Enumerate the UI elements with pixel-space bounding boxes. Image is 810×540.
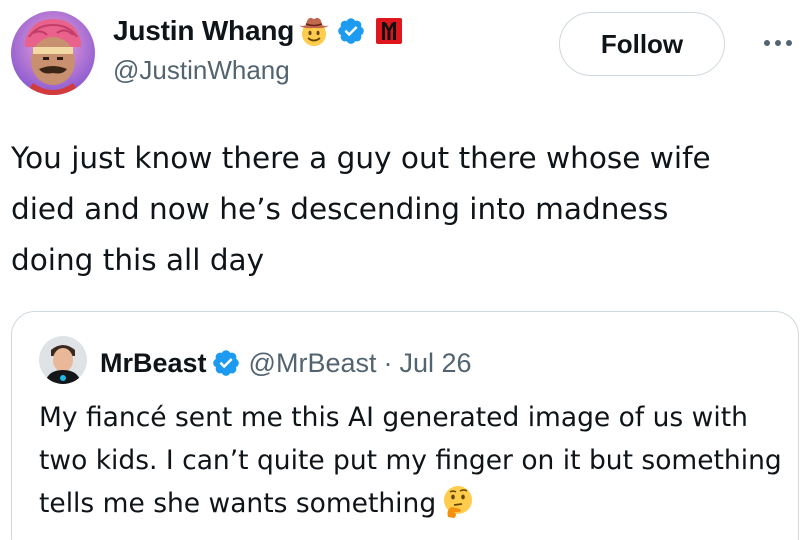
- more-dot: [764, 40, 770, 46]
- quoted-tweet-text-block: My fiancé sent me this AI generated imag…: [39, 396, 789, 525]
- quoted-author-avatar-image: [39, 336, 87, 384]
- quoted-display-name[interactable]: MrBeast: [100, 348, 207, 379]
- author-avatar[interactable]: [11, 11, 95, 95]
- tweet-text: You just know there a guy out there whos…: [11, 141, 711, 277]
- author-display-name[interactable]: Justin Whang: [113, 15, 294, 47]
- quoted-author-avatar[interactable]: [39, 336, 87, 384]
- quoted-date[interactable]: Jul 26: [399, 348, 471, 379]
- verified-badge-icon[interactable]: [336, 16, 366, 46]
- author-handle[interactable]: @JustinWhang: [113, 55, 290, 86]
- quoted-tweet-card[interactable]: MrBeast @MrBeast · Jul 26 My fiancé sent…: [11, 311, 799, 540]
- quoted-handle[interactable]: @MrBeast: [249, 348, 377, 379]
- verified-badge-icon[interactable]: [211, 348, 241, 378]
- more-dot: [786, 40, 792, 46]
- quoted-tweet-text: My fiancé sent me this AI generated imag…: [39, 402, 782, 519]
- author-avatar-image: [11, 11, 95, 95]
- author-name-row: Justin Whang: [113, 12, 403, 50]
- quoted-header-row: MrBeast @MrBeast · Jul 26: [100, 343, 472, 383]
- follow-button[interactable]: Follow: [559, 12, 725, 76]
- more-options-icon[interactable]: [756, 26, 800, 60]
- more-dot: [775, 40, 781, 46]
- cowboy-hat-face-icon: [296, 13, 332, 49]
- thinking-face-icon: [440, 483, 476, 519]
- separator-dot: ·: [383, 347, 393, 378]
- affiliate-badge-icon[interactable]: [376, 18, 403, 44]
- tweet-header: Justin Whang @JustinWhang Follow: [0, 0, 810, 100]
